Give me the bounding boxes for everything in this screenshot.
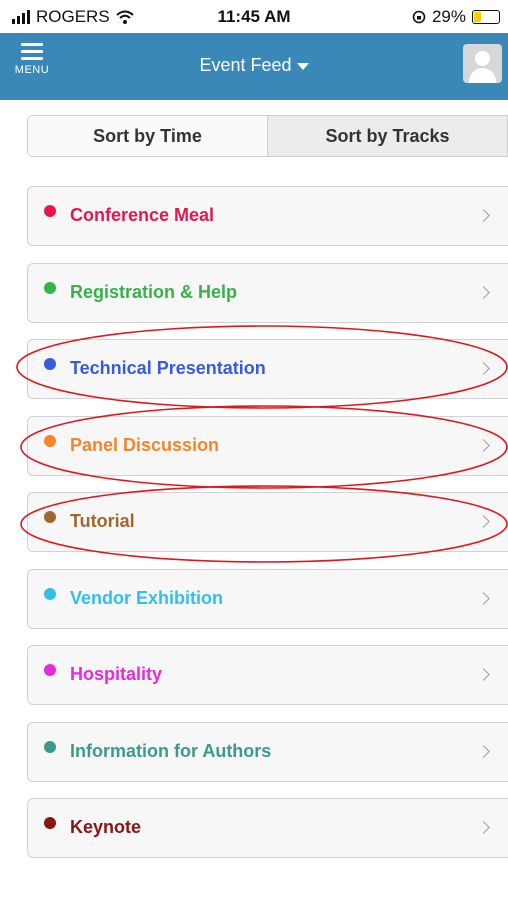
status-right: 29% [412,7,500,27]
track-color-dot-icon [44,664,56,676]
track-item[interactable]: Panel Discussion [27,415,508,476]
track-color-dot-icon [44,817,56,829]
track-label: Panel Discussion [70,434,220,455]
track-color-dot-icon [44,205,56,217]
track-label: Vendor Exhibition [70,587,224,608]
page-title: Event Feed [199,55,292,75]
track-item[interactable]: Hospitality [27,645,508,705]
chevron-right-icon [477,821,490,834]
track-item[interactable]: Technical Presentation [27,339,508,399]
track-item[interactable]: Keynote [27,798,508,858]
track-item[interactable]: Vendor Exhibition [27,568,508,629]
track-label: Technical Presentation [70,358,266,378]
sort-by-time-button[interactable]: Sort by Time [28,116,268,156]
track-item[interactable]: Information for Authors [27,721,508,782]
track-color-dot-icon [44,281,56,294]
battery-percent: 29% [431,7,466,26]
chevron-right-icon [477,744,490,758]
sort-toggle: Sort by Time Sort by Tracks [27,115,508,157]
track-label: Hospitality [70,664,163,684]
battery-icon [472,10,500,24]
profile-avatar[interactable] [463,44,502,83]
chevron-right-icon [477,515,490,528]
chevron-right-icon [477,209,490,222]
chevron-right-icon [477,591,490,605]
track-color-dot-icon [44,434,56,447]
caret-down-icon [296,62,309,70]
track-color-dot-icon [44,358,56,370]
status-bar: ROGERS 11:45 AM 29% [0,0,508,33]
app-header: MENU Event Feed [0,33,508,100]
orientation-lock-icon [412,10,426,24]
track-label: Conference Meal [70,205,215,225]
chevron-right-icon [477,438,490,452]
chevron-right-icon [477,362,490,375]
track-label: Keynote [70,817,142,837]
track-label: Tutorial [70,511,135,531]
chevron-right-icon [477,668,490,681]
track-color-dot-icon [44,587,56,600]
track-label: Information for Authors [70,740,272,761]
chevron-right-icon [477,285,490,299]
event-feed-dropdown[interactable]: Event Feed [0,55,508,76]
track-item[interactable]: Conference Meal [27,186,508,246]
track-label: Registration & Help [70,281,238,302]
track-item[interactable]: Tutorial [27,492,508,552]
track-color-dot-icon [44,511,56,523]
track-color-dot-icon [44,740,56,753]
track-item[interactable]: Registration & Help [27,262,508,323]
sort-by-tracks-button[interactable]: Sort by Tracks [268,116,507,156]
